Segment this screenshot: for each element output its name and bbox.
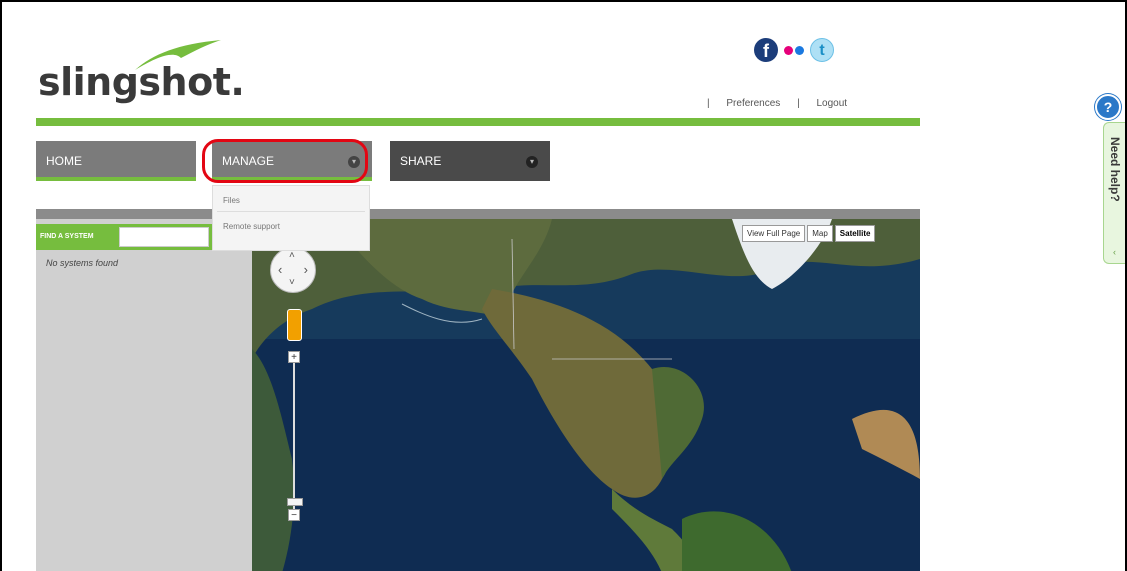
tab-share[interactable]: SHARE ▾	[390, 141, 550, 181]
top-links: | Preferences | Logout	[707, 98, 861, 109]
preferences-link[interactable]: Preferences	[726, 98, 780, 109]
need-help-label: Need help?	[1108, 137, 1122, 202]
view-full-page-button[interactable]: View Full Page	[742, 225, 806, 242]
tab-home[interactable]: HOME	[36, 141, 196, 181]
menu-item-files[interactable]: Files	[213, 186, 369, 211]
street-view-pegman-icon[interactable]	[287, 309, 302, 341]
zoom-in-button[interactable]: +	[288, 351, 300, 363]
social-links: f t	[754, 38, 834, 62]
manage-dropdown-menu: Files Remote support	[212, 185, 370, 251]
map-type-controls: View Full Page Map Satellite	[742, 225, 876, 242]
slingshot-logo[interactable]: slingshot.	[38, 36, 258, 106]
link-separator: |	[797, 98, 800, 109]
systems-sidebar	[36, 219, 252, 571]
map-imagery	[252, 219, 920, 571]
link-separator: |	[707, 98, 710, 109]
tab-share-label: SHARE	[400, 154, 442, 168]
header-accent-bar	[36, 118, 920, 126]
zoom-out-button[interactable]: −	[288, 509, 300, 521]
satellite-map[interactable]: View Full Page Map Satellite ‹ › ˄ ˅ + −	[252, 219, 920, 571]
chevron-left-icon: ‹	[1113, 247, 1116, 257]
no-systems-message: No systems found	[46, 258, 119, 268]
tab-home-label: HOME	[46, 154, 82, 168]
logout-link[interactable]: Logout	[816, 98, 847, 109]
find-system-label: FIND A SYSTEM	[40, 233, 94, 240]
need-help-tab[interactable]: Need help? ‹	[1103, 122, 1125, 264]
help-question-icon[interactable]: ?	[1095, 94, 1121, 120]
flickr-icon[interactable]	[784, 45, 804, 55]
facebook-icon[interactable]: f	[754, 38, 778, 62]
content-header-bar	[36, 209, 920, 219]
browser-frame: slingshot. f t | Preferences | Logout HO…	[0, 0, 1127, 571]
zoom-slider-track[interactable]	[293, 363, 295, 509]
menu-item-remote-support[interactable]: Remote support	[213, 212, 369, 237]
brand-name: slingshot.	[38, 60, 245, 104]
map-view-button[interactable]: Map	[807, 225, 833, 242]
satellite-view-button[interactable]: Satellite	[834, 225, 876, 242]
pan-control[interactable]: ‹ › ˄ ˅	[270, 247, 316, 293]
twitter-icon[interactable]: t	[810, 38, 834, 62]
zoom-slider-handle[interactable]	[287, 498, 303, 506]
manage-highlight-annotation	[202, 139, 368, 183]
chevron-down-icon: ▾	[526, 156, 538, 168]
find-system-input[interactable]	[119, 227, 209, 247]
